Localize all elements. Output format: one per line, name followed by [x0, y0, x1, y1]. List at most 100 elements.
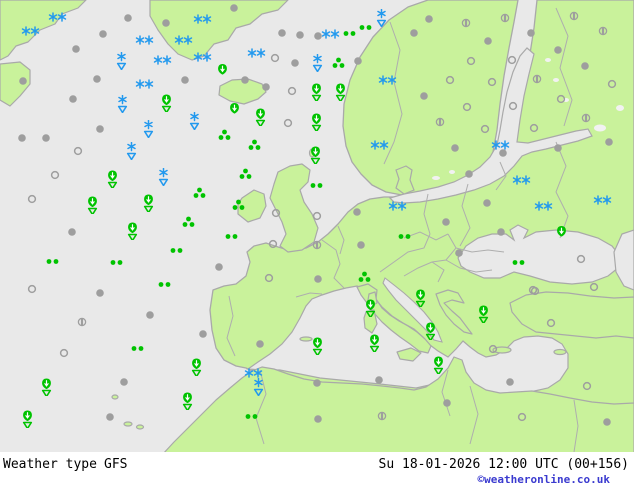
symbol-cloudy	[98, 29, 108, 39]
symbol-rain-shower	[369, 334, 380, 354]
symbol-snow	[321, 29, 340, 39]
symbol-clear	[487, 77, 497, 87]
symbol-clear	[507, 55, 517, 65]
symbol-partly	[435, 117, 445, 127]
symbol-cloudy	[526, 28, 536, 38]
symbol-drizzle	[110, 259, 123, 266]
symbol-clear	[287, 86, 297, 96]
symbol-snow-shower	[376, 8, 387, 28]
symbol-snow-shower	[158, 167, 169, 187]
symbol-rain-shower	[335, 83, 346, 103]
symbol-clear	[576, 254, 586, 264]
symbol-rain-shower	[365, 299, 376, 319]
symbol-clear	[312, 211, 322, 221]
symbol-cloudy	[17, 133, 27, 143]
symbol-cloudy	[145, 310, 155, 320]
symbol-rain	[556, 225, 567, 238]
symbol-cloudy	[483, 36, 493, 46]
symbol-cloudy	[295, 30, 305, 40]
symbol-snow-shower	[189, 111, 200, 131]
symbol-cloudy	[450, 143, 460, 153]
symbol-rain-shower	[310, 146, 321, 166]
symbol-cloudy	[312, 378, 322, 388]
symbol-cloudy	[313, 414, 323, 424]
symbol-rain-shower	[311, 113, 322, 133]
symbol-cloudy	[313, 31, 323, 41]
symbol-cloudy	[277, 28, 287, 38]
symbol-cloudy	[123, 13, 133, 23]
symbol-cloudy	[95, 288, 105, 298]
symbol-snow	[388, 201, 407, 211]
symbol-drizzle	[359, 24, 372, 31]
symbol-cloudy	[356, 240, 366, 250]
footer: Weather type GFS Su 18-01-2026 12:00 UTC…	[0, 452, 634, 490]
copyright-link[interactable]: ©weatheronline.co.uk	[478, 473, 610, 486]
symbol-partly	[581, 113, 591, 123]
symbol-rain	[217, 63, 228, 76]
symbol-drizzle	[310, 182, 323, 189]
symbol-cloudy	[352, 207, 362, 217]
symbols-layer	[0, 0, 634, 455]
symbol-partly	[500, 13, 510, 23]
symbol-cloudy	[580, 61, 590, 71]
symbol-partly	[569, 11, 579, 21]
symbol-snow	[370, 140, 389, 150]
symbol-snow-shower	[126, 141, 137, 161]
symbol-rain-shower	[311, 83, 322, 103]
symbol-snow	[48, 12, 67, 22]
symbol-clear	[27, 194, 37, 204]
symbol-cloudy	[505, 377, 515, 387]
symbol-partly	[461, 18, 471, 28]
symbol-cloudy	[161, 18, 171, 28]
symbol-cloudy	[261, 82, 271, 92]
map-area	[0, 0, 634, 455]
symbol-drizzle	[46, 258, 59, 265]
symbol-rain	[229, 102, 240, 115]
symbol-clear	[556, 94, 566, 104]
symbol-cloudy	[180, 75, 190, 85]
symbol-cloudy	[290, 58, 300, 68]
symbol-rain3	[218, 129, 231, 141]
symbol-cloudy	[18, 76, 28, 86]
symbol-partly	[312, 240, 322, 250]
symbol-cloudy	[419, 91, 429, 101]
symbol-clear	[462, 102, 472, 112]
symbol-rain-shower	[312, 337, 323, 357]
symbol-cloudy	[604, 137, 614, 147]
symbol-snow	[193, 52, 212, 62]
symbol-partly	[532, 74, 542, 84]
symbol-cloudy	[353, 56, 363, 66]
symbol-rain-shower	[127, 222, 138, 242]
symbol-cloudy	[214, 262, 224, 272]
symbol-snow	[135, 35, 154, 45]
symbol-cloudy	[255, 339, 265, 349]
symbol-clear	[268, 239, 278, 249]
symbol-clear	[59, 348, 69, 358]
symbol-snow	[193, 14, 212, 24]
symbol-partly	[77, 317, 87, 327]
symbol-cloudy	[198, 329, 208, 339]
symbol-clear	[445, 75, 455, 85]
symbol-rain-shower	[41, 378, 52, 398]
symbol-snow	[534, 201, 553, 211]
symbol-drizzle	[512, 259, 525, 266]
symbol-rain-shower	[433, 356, 444, 376]
symbol-cloudy	[67, 227, 77, 237]
symbol-drizzle	[158, 281, 171, 288]
symbol-rain-shower	[425, 322, 436, 342]
map-type-label: Weather type	[3, 457, 97, 472]
symbol-clear	[589, 282, 599, 292]
symbol-clear	[50, 170, 60, 180]
symbol-rain3	[358, 271, 371, 283]
symbol-snow	[244, 368, 263, 378]
symbol-cloudy	[409, 28, 419, 38]
symbol-rain-shower	[255, 108, 266, 128]
symbol-drizzle	[398, 233, 411, 240]
symbol-drizzle	[225, 233, 238, 240]
symbol-clear	[529, 123, 539, 133]
symbol-clear	[270, 53, 280, 63]
symbol-clear	[488, 344, 498, 354]
symbol-cloudy	[441, 217, 451, 227]
symbol-cloudy	[71, 44, 81, 54]
symbol-cloudy	[553, 143, 563, 153]
